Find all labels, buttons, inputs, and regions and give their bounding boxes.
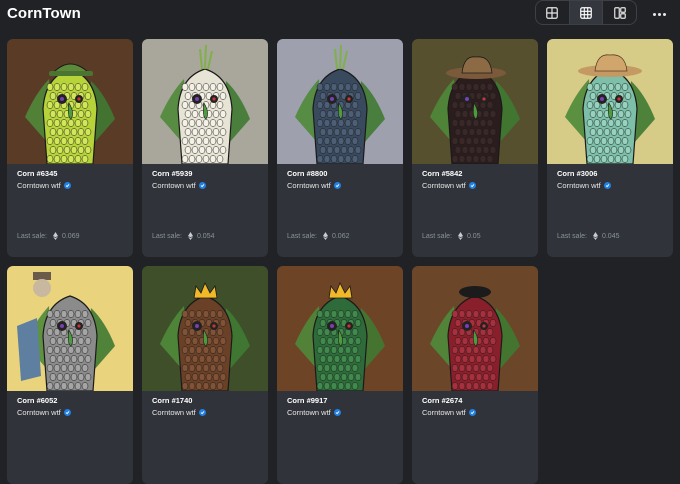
large-grid-view-button[interactable] — [536, 1, 569, 24]
verified-badge-icon — [333, 409, 341, 416]
nft-image[interactable] — [142, 39, 268, 164]
collection-name[interactable]: Corntown wtf — [287, 181, 341, 190]
nft-name[interactable]: Corn #6052 — [17, 396, 57, 405]
last-sale: Last sale: 0.054 — [152, 232, 215, 240]
verified-badge-icon — [198, 409, 206, 416]
nft-name[interactable]: Corn #5842 — [422, 169, 462, 178]
collection-label[interactable]: Corntown wtf — [287, 408, 331, 417]
view-toggle — [535, 0, 637, 25]
last-sale-price: 0.05 — [466, 232, 481, 240]
more-options-button[interactable] — [648, 3, 670, 21]
collection-name[interactable]: Corntown wtf — [152, 408, 206, 417]
nft-card[interactable]: Corn #1740 Corntown wtf — [142, 266, 268, 484]
last-sale-label: Last sale: — [557, 232, 587, 240]
last-sale: Last sale: 0.045 — [557, 232, 620, 240]
nft-name[interactable]: Corn #5939 — [152, 169, 192, 178]
nft-image[interactable] — [7, 39, 133, 164]
nft-image[interactable] — [7, 266, 133, 391]
nft-name[interactable]: Corn #1740 — [152, 396, 192, 405]
last-sale: Last sale: 0.069 — [17, 232, 80, 240]
collection-name[interactable]: Corntown wtf — [17, 181, 71, 190]
last-sale: Last sale: 0.05 — [422, 232, 481, 240]
nft-card[interactable]: Corn #6345 Corntown wtf Last sale: 0.069 — [7, 39, 133, 257]
collection-title: CornTown — [7, 5, 81, 22]
eth-icon — [322, 232, 328, 240]
large-grid-icon — [546, 6, 559, 19]
last-sale-label: Last sale: — [17, 232, 47, 240]
nft-name[interactable]: Corn #8800 — [287, 169, 327, 178]
nft-name[interactable]: Corn #2674 — [422, 396, 462, 405]
last-sale-price: 0.069 — [61, 232, 80, 240]
nft-image[interactable] — [547, 39, 673, 164]
last-sale-label: Last sale: — [287, 232, 317, 240]
verified-badge-icon — [468, 409, 476, 416]
nft-image[interactable] — [142, 266, 268, 391]
last-sale: Last sale: 0.062 — [287, 232, 350, 240]
nft-card[interactable]: Corn #8800 Corntown wtf Last sale: 0.062 — [277, 39, 403, 257]
collection-name[interactable]: Corntown wtf — [557, 181, 611, 190]
last-sale-label: Last sale: — [152, 232, 182, 240]
nft-image[interactable] — [277, 39, 403, 164]
nft-image[interactable] — [412, 266, 538, 391]
verified-badge-icon — [333, 182, 341, 189]
collection-label[interactable]: Corntown wtf — [152, 408, 196, 417]
eth-icon — [187, 232, 193, 240]
collection-label[interactable]: Corntown wtf — [422, 181, 466, 190]
collection-name[interactable]: Corntown wtf — [152, 181, 206, 190]
collection-label[interactable]: Corntown wtf — [17, 408, 61, 417]
nft-name[interactable]: Corn #6345 — [17, 169, 57, 178]
nft-card[interactable]: Corn #6052 Corntown wtf — [7, 266, 133, 484]
last-sale-price: 0.062 — [331, 232, 350, 240]
mixed-grid-icon — [613, 6, 626, 19]
more-horizontal-icon — [652, 3, 667, 21]
last-sale-label: Last sale: — [422, 232, 452, 240]
last-sale-price: 0.045 — [601, 232, 620, 240]
nft-card[interactable]: Corn #5842 Corntown wtf Last sale: 0.05 — [412, 39, 538, 257]
verified-badge-icon — [468, 182, 476, 189]
verified-badge-icon — [198, 182, 206, 189]
nft-card[interactable]: Corn #2674 Corntown wtf — [412, 266, 538, 484]
nft-card[interactable]: Corn #3006 Corntown wtf Last sale: 0.045 — [547, 39, 673, 257]
verified-badge-icon — [63, 409, 71, 416]
eth-icon — [592, 232, 598, 240]
collection-label[interactable]: Corntown wtf — [557, 181, 601, 190]
nft-image[interactable] — [277, 266, 403, 391]
nft-card[interactable]: Corn #9917 Corntown wtf — [277, 266, 403, 484]
verified-badge-icon — [63, 182, 71, 189]
collection-label[interactable]: Corntown wtf — [17, 181, 61, 190]
collection-label[interactable]: Corntown wtf — [287, 181, 331, 190]
collection-name[interactable]: Corntown wtf — [17, 408, 71, 417]
verified-badge-icon — [603, 182, 611, 189]
nft-card[interactable]: Corn #5939 Corntown wtf Last sale: 0.054 — [142, 39, 268, 257]
eth-icon — [52, 232, 58, 240]
last-sale-price: 0.054 — [196, 232, 215, 240]
small-grid-icon — [580, 6, 592, 19]
nft-image[interactable] — [412, 39, 538, 164]
mixed-grid-view-button[interactable] — [602, 1, 636, 24]
collection-label[interactable]: Corntown wtf — [152, 181, 196, 190]
small-grid-view-button[interactable] — [568, 1, 603, 24]
collection-name[interactable]: Corntown wtf — [422, 181, 476, 190]
nft-name[interactable]: Corn #3006 — [557, 169, 597, 178]
collection-name[interactable]: Corntown wtf — [287, 408, 341, 417]
nft-name[interactable]: Corn #9917 — [287, 396, 327, 405]
collection-header: CornTown — [0, 0, 680, 30]
collection-label[interactable]: Corntown wtf — [422, 408, 466, 417]
eth-icon — [457, 232, 463, 240]
collection-name[interactable]: Corntown wtf — [422, 408, 476, 417]
